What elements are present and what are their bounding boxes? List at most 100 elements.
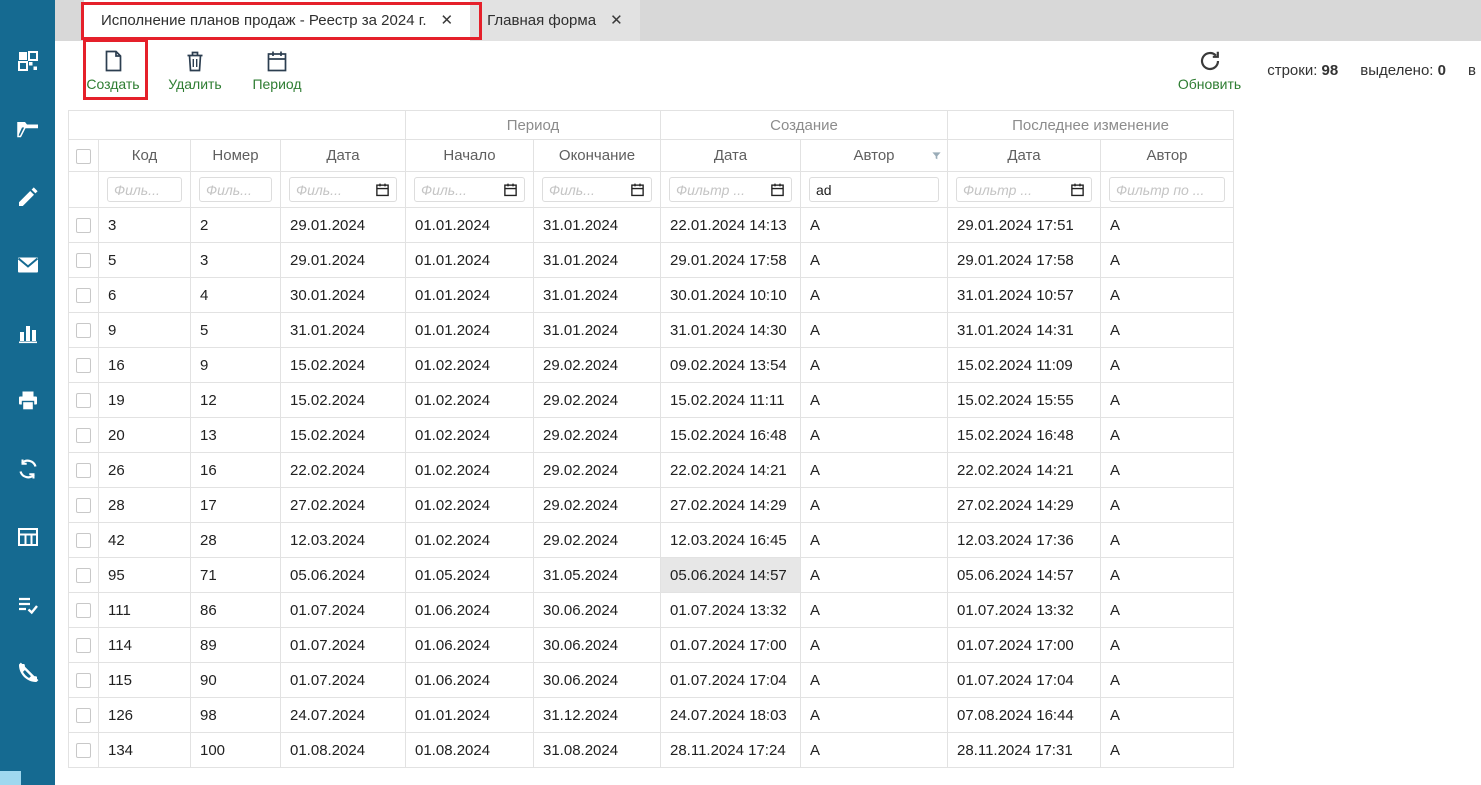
- row-checkbox[interactable]: [76, 708, 91, 723]
- cell-create-author: A: [801, 278, 948, 313]
- col-create-author[interactable]: Автор: [801, 140, 948, 172]
- table-row[interactable]: 16 9 15.02.2024 01.02.2024 29.02.2024 09…: [69, 348, 1234, 383]
- tab-sales-plan-registry[interactable]: Исполнение планов продаж - Реестр за 202…: [84, 0, 470, 41]
- table-row[interactable]: 5 3 29.01.2024 01.01.2024 31.01.2024 29.…: [69, 243, 1234, 278]
- row-checkbox[interactable]: [76, 638, 91, 653]
- table-icon[interactable]: [15, 524, 41, 550]
- col-change-date[interactable]: Дата: [948, 140, 1101, 172]
- tab-main-form[interactable]: Главная форма ✕: [470, 0, 640, 41]
- col-date[interactable]: Дата: [281, 140, 406, 172]
- bar-chart-icon[interactable]: [15, 320, 41, 346]
- table-row[interactable]: 6 4 30.01.2024 01.01.2024 31.01.2024 30.…: [69, 278, 1234, 313]
- sync-icon[interactable]: [15, 456, 41, 482]
- cell-start: 01.02.2024: [406, 418, 534, 453]
- table-row[interactable]: 20 13 15.02.2024 01.02.2024 29.02.2024 1…: [69, 418, 1234, 453]
- row-checkbox[interactable]: [76, 603, 91, 618]
- cell-end: 29.02.2024: [534, 453, 661, 488]
- checklist-icon[interactable]: [15, 592, 41, 618]
- filter-create-author-input[interactable]: [816, 182, 932, 198]
- row-checkbox[interactable]: [76, 428, 91, 443]
- cell-date: 24.07.2024: [281, 698, 406, 733]
- folder-icon[interactable]: [15, 116, 41, 142]
- cell-change-date: 28.11.2024 17:31: [948, 733, 1101, 768]
- filter-date-input[interactable]: [296, 182, 371, 198]
- row-checkbox[interactable]: [76, 533, 91, 548]
- row-checkbox[interactable]: [76, 218, 91, 233]
- filter-number-input[interactable]: [206, 182, 265, 198]
- grid-container: Период Создание Последнее изменение Код …: [68, 110, 1233, 768]
- select-all-checkbox[interactable]: [76, 149, 91, 164]
- calendar-icon[interactable]: [770, 182, 785, 197]
- table-row[interactable]: 26 16 22.02.2024 01.02.2024 29.02.2024 2…: [69, 453, 1234, 488]
- col-code[interactable]: Код: [99, 140, 191, 172]
- table-row[interactable]: 19 12 15.02.2024 01.02.2024 29.02.2024 1…: [69, 383, 1234, 418]
- cell-code: 26: [99, 453, 191, 488]
- cell-change-author: A: [1101, 698, 1234, 733]
- pencil-icon[interactable]: [15, 184, 41, 210]
- delete-button[interactable]: Удалить: [167, 49, 223, 92]
- qr-grid-icon[interactable]: [15, 48, 41, 74]
- cell-change-author: A: [1101, 663, 1234, 698]
- cell-create-date: 09.02.2024 13:54: [661, 348, 801, 383]
- row-checkbox[interactable]: [76, 673, 91, 688]
- cell-end: 31.12.2024: [534, 698, 661, 733]
- create-button[interactable]: Создать: [85, 49, 141, 92]
- calendar-icon[interactable]: [1070, 182, 1085, 197]
- row-checkbox[interactable]: [76, 288, 91, 303]
- grid-stats: строки: 98 выделено: 0 в: [1267, 62, 1478, 79]
- tab-close-icon[interactable]: ✕: [610, 13, 623, 28]
- row-checkbox[interactable]: [76, 358, 91, 373]
- tab-close-icon[interactable]: ✕: [441, 13, 454, 28]
- delete-button-label: Удалить: [168, 76, 221, 92]
- filter-create-date-input[interactable]: [676, 182, 766, 198]
- row-checkbox[interactable]: [76, 253, 91, 268]
- row-checkbox[interactable]: [76, 393, 91, 408]
- filter-end-input[interactable]: [549, 182, 626, 198]
- col-end[interactable]: Окончание: [534, 140, 661, 172]
- group-empty: [69, 111, 406, 140]
- filter-code-input[interactable]: [114, 182, 175, 198]
- table-row[interactable]: 9 5 31.01.2024 01.01.2024 31.01.2024 31.…: [69, 313, 1234, 348]
- table-row[interactable]: 3 2 29.01.2024 01.01.2024 31.01.2024 22.…: [69, 208, 1234, 243]
- row-checkbox[interactable]: [76, 568, 91, 583]
- tab-label: Главная форма: [487, 12, 596, 29]
- cell-change-author: A: [1101, 733, 1234, 768]
- table-row[interactable]: 126 98 24.07.2024 01.01.2024 31.12.2024 …: [69, 698, 1234, 733]
- col-change-author[interactable]: Автор: [1101, 140, 1234, 172]
- cell-number: 13: [191, 418, 281, 453]
- cell-number: 98: [191, 698, 281, 733]
- col-start[interactable]: Начало: [406, 140, 534, 172]
- calendar-icon[interactable]: [375, 182, 390, 197]
- cell-create-author: A: [801, 208, 948, 243]
- printer-icon[interactable]: [15, 388, 41, 414]
- cell-start: 01.02.2024: [406, 523, 534, 558]
- table-row[interactable]: 114 89 01.07.2024 01.06.2024 30.06.2024 …: [69, 628, 1234, 663]
- row-checkbox[interactable]: [76, 323, 91, 338]
- filter-start-input[interactable]: [421, 182, 499, 198]
- refresh-button[interactable]: Обновить: [1178, 49, 1241, 92]
- cell-change-date: 15.02.2024 15:55: [948, 383, 1101, 418]
- calendar-icon[interactable]: [630, 182, 645, 197]
- table-row[interactable]: 111 86 01.07.2024 01.06.2024 30.06.2024 …: [69, 593, 1234, 628]
- period-button[interactable]: Период: [249, 49, 305, 92]
- filter-change-date-input[interactable]: [963, 182, 1066, 198]
- cell-start: 01.01.2024: [406, 208, 534, 243]
- calendar-icon[interactable]: [503, 182, 518, 197]
- row-checkbox[interactable]: [76, 498, 91, 513]
- cell-change-date: 31.01.2024 10:57: [948, 278, 1101, 313]
- col-number[interactable]: Номер: [191, 140, 281, 172]
- filter-change-author-input[interactable]: [1116, 182, 1218, 198]
- phone-disabled-icon[interactable]: [15, 660, 41, 686]
- col-create-date[interactable]: Дата: [661, 140, 801, 172]
- table-row[interactable]: 42 28 12.03.2024 01.02.2024 29.02.2024 1…: [69, 523, 1234, 558]
- table-row[interactable]: 115 90 01.07.2024 01.06.2024 30.06.2024 …: [69, 663, 1234, 698]
- mail-icon[interactable]: [15, 252, 41, 278]
- cell-create-date: 01.07.2024 13:32: [661, 593, 801, 628]
- group-header-row: Период Создание Последнее изменение: [69, 111, 1234, 140]
- filter-row: [69, 172, 1234, 208]
- row-checkbox[interactable]: [76, 463, 91, 478]
- table-row[interactable]: 134 100 01.08.2024 01.08.2024 31.08.2024…: [69, 733, 1234, 768]
- table-row[interactable]: 28 17 27.02.2024 01.02.2024 29.02.2024 2…: [69, 488, 1234, 523]
- table-row[interactable]: 95 71 05.06.2024 01.05.2024 31.05.2024 0…: [69, 558, 1234, 593]
- row-checkbox[interactable]: [76, 743, 91, 758]
